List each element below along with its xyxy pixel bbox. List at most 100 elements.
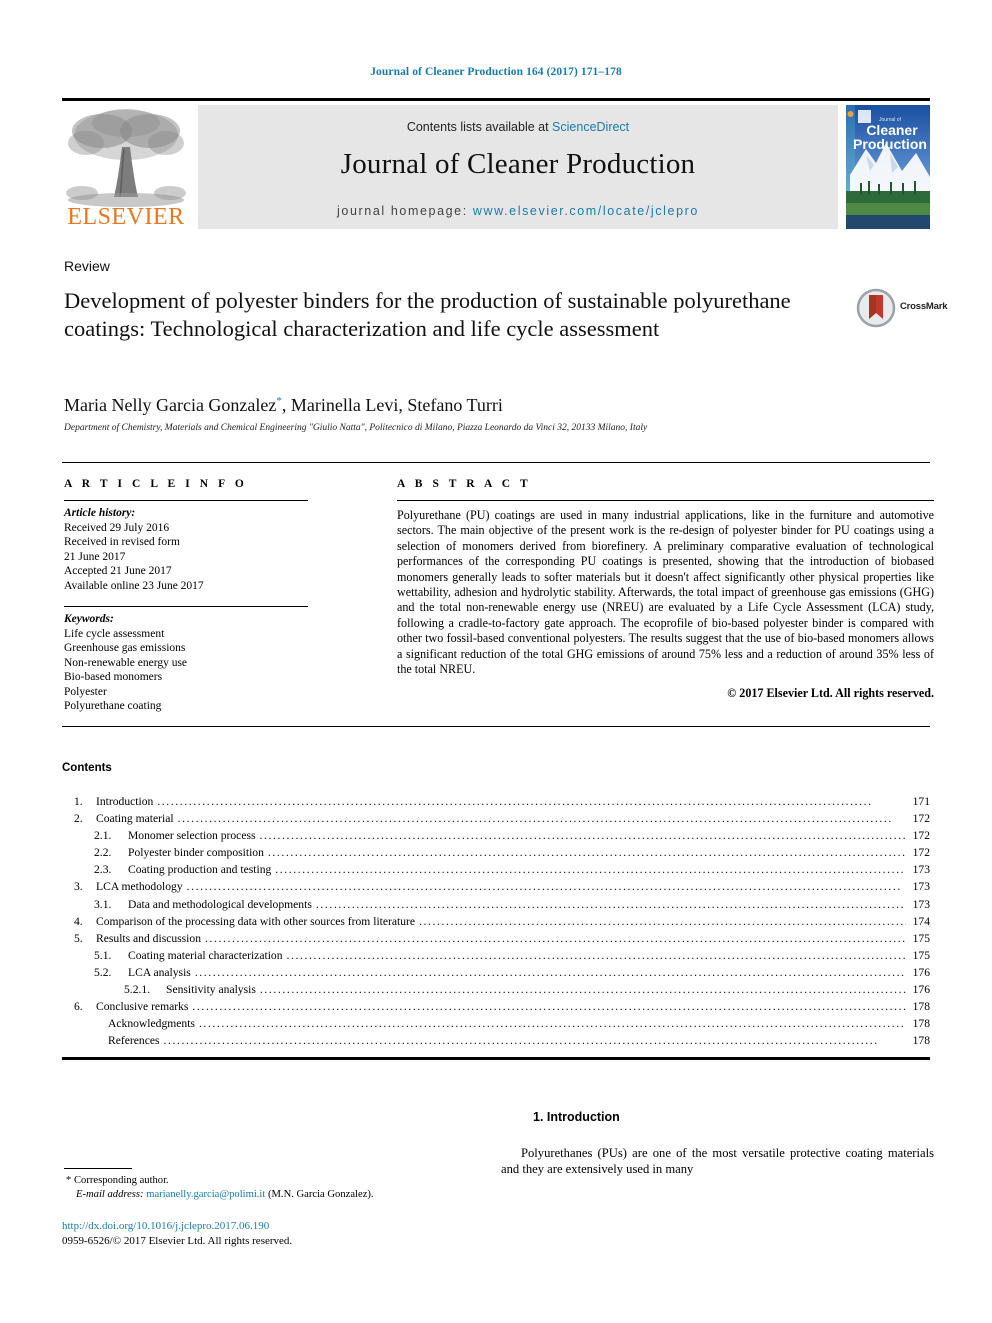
abstract-copyright: © 2017 Elsevier Ltd. All rights reserved… bbox=[727, 686, 934, 701]
toc-entry-page: 172 bbox=[912, 829, 930, 843]
toc-entry[interactable]: 2.3. Coating production and testing......… bbox=[62, 861, 930, 878]
toc-entry-label: Comparison of the processing data with o… bbox=[96, 914, 416, 928]
page-title: Development of polyester binders for the… bbox=[64, 288, 791, 341]
author-list: Maria Nelly Garcia Gonzalez*, Marinella … bbox=[64, 395, 844, 416]
toc-entry[interactable]: Acknowledgments.........................… bbox=[62, 1015, 930, 1032]
toc-entry-label: Acknowledgments bbox=[108, 1017, 195, 1031]
sciencedirect-link[interactable]: ScienceDirect bbox=[552, 120, 629, 134]
article-history-item: Available online 23 June 2017 bbox=[64, 579, 204, 592]
toc-entry[interactable]: 1. Introduction..........................… bbox=[62, 793, 930, 810]
toc-entry-number: 5.1. bbox=[94, 948, 112, 962]
toc-entry-label: Conclusive remarks bbox=[96, 1000, 189, 1014]
toc-entry[interactable]: 5.1. Coating material characterization...… bbox=[62, 947, 930, 964]
toc-entry-page: 172 bbox=[912, 846, 930, 860]
toc-entry-number: 2.3. bbox=[94, 863, 112, 877]
keywords-rule bbox=[64, 606, 308, 607]
toc-entry-number: 2. bbox=[74, 812, 83, 826]
running-head: Journal of Cleaner Production 164 (2017)… bbox=[370, 66, 622, 78]
introduction-paragraph: Polyurethanes (PUs) are one of the most … bbox=[501, 1146, 934, 1177]
doi-link[interactable]: http://dx.doi.org/10.1016/j.jclepro.2017… bbox=[62, 1219, 482, 1234]
toc-leader-dots: ........................................… bbox=[286, 948, 906, 962]
toc-entry[interactable]: 2. Coating material......................… bbox=[62, 810, 930, 827]
issn-copyright-line: 0959-6526/© 2017 Elsevier Ltd. All right… bbox=[62, 1235, 293, 1247]
toc-entry-page: 173 bbox=[912, 863, 930, 877]
toc-leader-dots: ........................................… bbox=[315, 897, 906, 911]
toc-entry-page: 173 bbox=[912, 897, 930, 911]
email-line: E-mail address: marianelly.garcia@polimi… bbox=[66, 1188, 466, 1202]
toc-entry-number: 6. bbox=[74, 1000, 83, 1014]
homepage-prefix: journal homepage: bbox=[337, 204, 473, 218]
toc-leader-dots: ........................................… bbox=[205, 931, 906, 945]
masthead-center-panel: Contents lists available at ScienceDirec… bbox=[198, 105, 838, 229]
toc-entry-label: Coating material characterization bbox=[128, 948, 283, 962]
toc-entry[interactable]: 6. Conclusive remarks....................… bbox=[62, 998, 930, 1015]
crossmark-badge[interactable]: CrossMark bbox=[856, 288, 948, 332]
elsevier-logo: ELSEVIER bbox=[62, 105, 190, 229]
elsevier-tree-icon bbox=[66, 109, 186, 207]
toc-entry-page: 171 bbox=[912, 795, 930, 808]
article-page: Journal of Cleaner Production 164 (2017)… bbox=[0, 0, 992, 1323]
toc-entry[interactable]: References..............................… bbox=[62, 1032, 930, 1049]
email-owner: (M.N. Garcia Gonzalez). bbox=[267, 1189, 374, 1200]
toc-entry-label: LCA methodology bbox=[96, 880, 183, 894]
toc-entry[interactable]: 5.2.1. Sensitivity analysis..............… bbox=[62, 981, 930, 998]
toc-entry[interactable]: 2.2. Polyester binder composition........… bbox=[62, 844, 930, 861]
email-link[interactable]: marianelly.garcia@polimi.it bbox=[146, 1189, 265, 1200]
masthead-top-rule bbox=[62, 98, 930, 101]
svg-text:Production: Production bbox=[853, 136, 927, 152]
abstract-heading: A B S T R A C T bbox=[397, 478, 532, 490]
author-rest: , Marinella Levi, Stefano Turri bbox=[281, 395, 503, 415]
toc-entry-number: 1. bbox=[74, 795, 83, 808]
toc-entry[interactable]: 5. Results and discussion................… bbox=[62, 930, 930, 947]
doi-block: http://dx.doi.org/10.1016/j.jclepro.2017… bbox=[62, 1219, 482, 1249]
keywords-label: Keywords: bbox=[64, 613, 114, 625]
toc-entry[interactable]: 3. LCA methodology.......................… bbox=[62, 878, 930, 895]
toc-entry-number: 5.2. bbox=[94, 965, 112, 979]
toc-entry-page: 178 bbox=[912, 1017, 930, 1031]
toc-entry[interactable]: 4. Comparison of the processing data with… bbox=[62, 913, 930, 930]
toc-entry-number: 3. bbox=[74, 880, 83, 894]
toc-entry[interactable]: 3.1. Data and methodological developments… bbox=[62, 896, 930, 913]
toc-entry-page: 174 bbox=[912, 914, 930, 928]
toc-entry-label: LCA analysis bbox=[128, 965, 191, 979]
article-history-item: 21 June 2017 bbox=[64, 550, 126, 563]
toc-entry-number: 2.1. bbox=[94, 829, 112, 843]
toc-entry-page: 178 bbox=[912, 1034, 930, 1048]
article-history-item: Received 29 July 2016 bbox=[64, 521, 170, 534]
toc-entry-page: 173 bbox=[912, 880, 930, 894]
journal-cover-art: Journal of Cleaner Production bbox=[846, 105, 930, 229]
crossmark-icon bbox=[856, 288, 896, 328]
abstract-block-top-rule bbox=[62, 462, 930, 463]
toc-entry-page: 176 bbox=[912, 983, 930, 997]
toc-entry-label: Coating production and testing bbox=[128, 863, 272, 877]
keyword-item: Life cycle assessment bbox=[64, 627, 165, 640]
toc-leader-dots: ........................................… bbox=[177, 812, 893, 826]
table-of-contents: 1. Introduction..........................… bbox=[62, 793, 930, 1049]
homepage-url-link[interactable]: www.elsevier.com/locate/jclepro bbox=[473, 204, 699, 218]
toc-leader-dots: ........................................… bbox=[186, 880, 902, 894]
article-history-item: Accepted 21 June 2017 bbox=[64, 565, 172, 577]
abstract-block-bottom-rule bbox=[62, 726, 930, 727]
toc-entry[interactable]: 5.2. LCA analysis........................… bbox=[62, 964, 930, 981]
article-history-label: Article history: bbox=[64, 507, 136, 519]
toc-entry-number: 5.2.1. bbox=[124, 983, 151, 997]
contents-heading: Contents bbox=[62, 762, 112, 774]
article-info-heading: A R T I C L E I N F O bbox=[64, 478, 248, 490]
author-affiliation: Department of Chemistry, Materials and C… bbox=[64, 423, 648, 433]
toc-leader-dots: ........................................… bbox=[259, 829, 907, 843]
toc-entry-label: Data and methodological developments bbox=[128, 897, 312, 911]
abstract-column: Polyurethane (PU) coatings are used in m… bbox=[397, 500, 934, 701]
toc-entry-number: 5. bbox=[74, 931, 83, 945]
email-label: E-mail address: bbox=[76, 1189, 144, 1200]
journal-masthead: ELSEVIER Contents lists available at Sci… bbox=[62, 98, 930, 230]
toc-entry-label: Results and discussion bbox=[96, 931, 201, 945]
article-info-rule bbox=[64, 500, 308, 501]
toc-leader-dots: ........................................… bbox=[275, 863, 906, 877]
contents-available-prefix: Contents lists available at bbox=[406, 120, 553, 134]
toc-entry-number: 4. bbox=[74, 914, 83, 928]
journal-cover-thumbnail: Journal of Cleaner Production bbox=[846, 105, 930, 229]
article-history-item: Received in revised form bbox=[64, 536, 180, 548]
toc-entry[interactable]: 2.1. Monomer selection process...........… bbox=[62, 827, 930, 844]
abstract-rule bbox=[397, 500, 934, 501]
corresponding-author-note: * Corresponding author. E-mail address: … bbox=[66, 1174, 466, 1202]
